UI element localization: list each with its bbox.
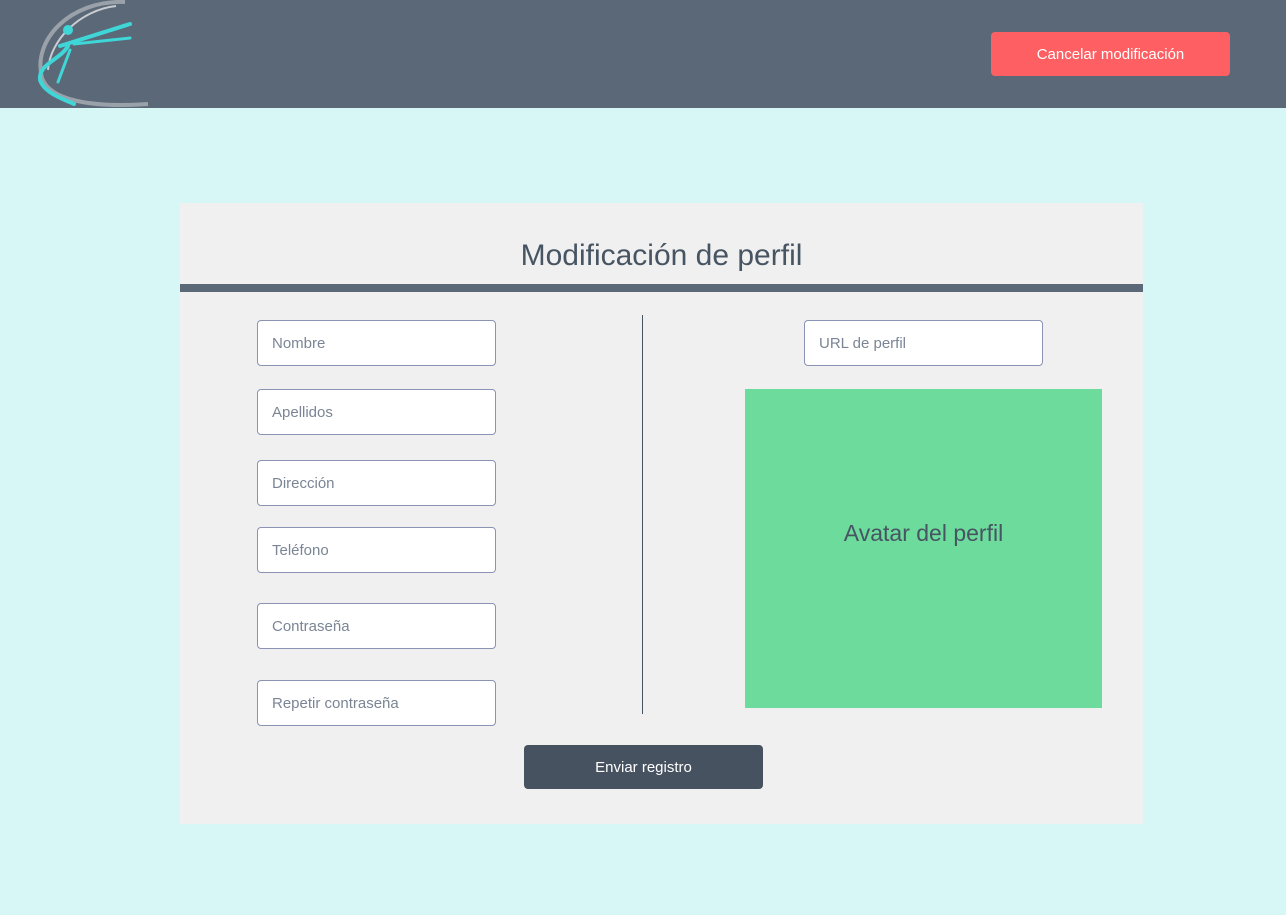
avatar-label: Avatar del perfil xyxy=(843,520,1004,546)
column-divider xyxy=(642,315,643,714)
page-title: Modificación de perfil xyxy=(520,239,803,272)
contrasena-input[interactable] xyxy=(257,603,496,649)
cancel-modification-button[interactable]: Cancelar modificación xyxy=(991,32,1230,76)
title-divider xyxy=(180,284,1143,292)
url-perfil-input[interactable] xyxy=(804,320,1043,366)
dancer-logo-icon xyxy=(37,0,149,107)
avatar-preview: Avatar del perfil xyxy=(745,389,1102,708)
direccion-input[interactable] xyxy=(257,460,496,506)
profile-edit-card: Modificación de perfil Avatar del perfil… xyxy=(180,203,1143,824)
repetir-contrasena-input[interactable] xyxy=(257,680,496,726)
top-bar: Cancelar modificación xyxy=(0,0,1286,108)
telefono-input[interactable] xyxy=(257,527,496,573)
nombre-input[interactable] xyxy=(257,320,496,366)
submit-registration-button[interactable]: Enviar registro xyxy=(524,745,763,789)
apellidos-input[interactable] xyxy=(257,389,496,435)
